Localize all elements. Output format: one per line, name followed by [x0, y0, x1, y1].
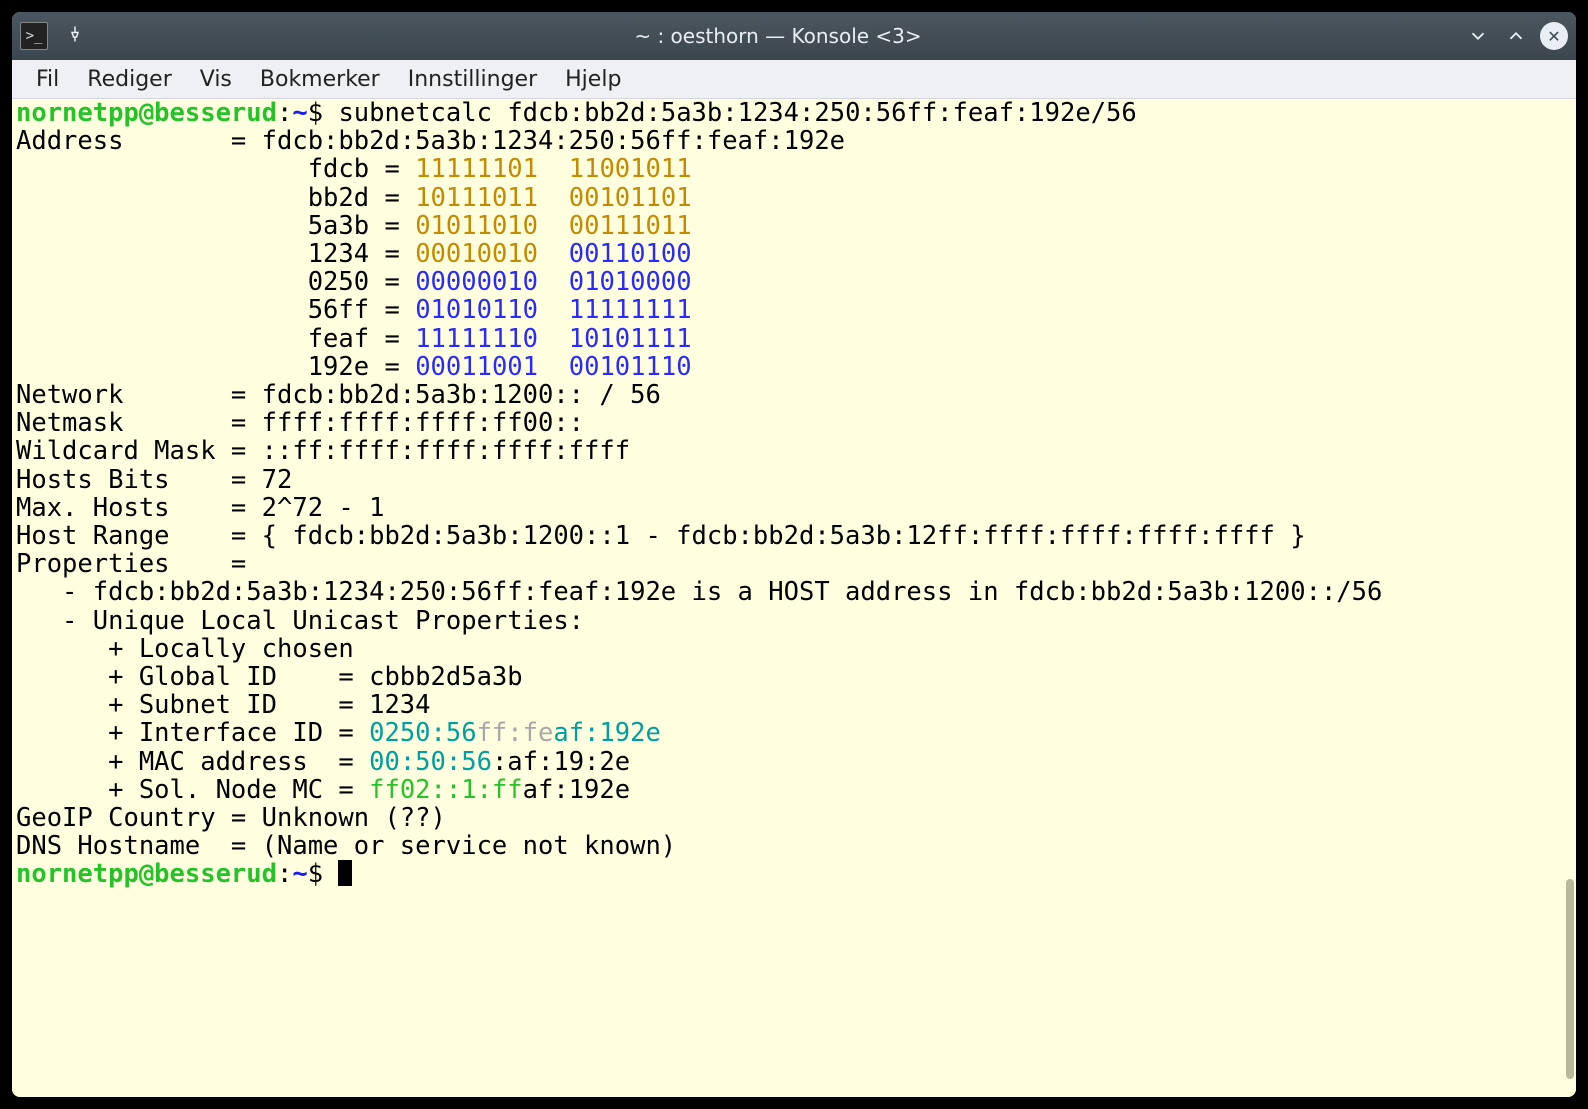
- field-netmask: Netmask = ffff:ffff:ffff:ff00::: [16, 408, 584, 438]
- bin-4a: 00000010: [415, 267, 538, 297]
- bin-7a: 00011001: [415, 352, 538, 382]
- hex-0: fdcb: [308, 154, 369, 184]
- window-title: ~ : oesthorn — Konsole <3>: [102, 24, 1454, 48]
- cursor: [338, 860, 352, 886]
- address-label: Address =: [16, 126, 262, 156]
- field-maxhosts: Max. Hosts = 2^72 - 1: [16, 493, 384, 523]
- prompt-sep: :: [277, 99, 292, 128]
- prompt2-sep: :: [277, 859, 292, 889]
- prop-ulu-header: - Unique Local Unicast Properties:: [16, 606, 584, 636]
- prop-iface-prefix: + Interface ID =: [16, 718, 369, 748]
- menu-rediger[interactable]: Rediger: [73, 63, 185, 96]
- prompt2-path: ~: [292, 859, 307, 889]
- pin-icon[interactable]: [66, 25, 84, 48]
- mac-p1: 00:50:56: [369, 747, 492, 777]
- bin-5b: 11111111: [569, 295, 692, 325]
- minimize-icon[interactable]: [1464, 22, 1492, 50]
- prompt-user-host: nornetpp@besserud: [16, 99, 277, 128]
- prop-sol-prefix: + Sol. Node MC =: [16, 775, 369, 805]
- bin-1b: 00101101: [569, 183, 692, 213]
- titlebar[interactable]: >_ ~ : oesthorn — Konsole <3> ✕: [12, 12, 1576, 60]
- field-network: Network = fdcb:bb2d:5a3b:1200:: / 56: [16, 380, 661, 410]
- prompt2-user-host: nornetpp@besserud: [16, 859, 277, 889]
- iface-p3: af:192e: [553, 718, 660, 748]
- menu-innstillinger[interactable]: Innstillinger: [394, 63, 551, 96]
- bin-3a: 00010010: [415, 239, 538, 269]
- hex-2: 5a3b: [308, 211, 369, 241]
- bin-0b: 11001011: [569, 154, 692, 184]
- hex-4: 0250: [308, 267, 369, 297]
- hex-3: 1234: [308, 239, 369, 269]
- hex-6: feaf: [308, 324, 369, 354]
- bin-0a: 11111101: [415, 154, 538, 184]
- hex-5: 56ff: [308, 295, 369, 325]
- command-text: subnetcalc fdcb:bb2d:5a3b:1234:250:56ff:…: [338, 99, 1136, 128]
- scrollbar[interactable]: [1566, 879, 1574, 1079]
- prop-locally-chosen: + Locally chosen: [16, 634, 354, 664]
- prop-subnet-id: + Subnet ID = 1234: [16, 690, 431, 720]
- field-wildcard: Wildcard Mask = ::ff:ffff:ffff:ffff:ffff: [16, 436, 630, 466]
- iface-p2: ff:fe: [477, 718, 554, 748]
- bin-5a: 01010110: [415, 295, 538, 325]
- menu-fil[interactable]: Fil: [22, 63, 73, 96]
- terminal-app-icon: >_: [20, 22, 48, 50]
- prompt-symbol: $: [308, 99, 323, 128]
- bin-6b: 10101111: [569, 324, 692, 354]
- sol-p1: ff02::1:ff: [369, 775, 523, 805]
- field-geoip: GeoIP Country = Unknown (??): [16, 803, 446, 833]
- menu-vis[interactable]: Vis: [186, 63, 246, 96]
- mac-p2: :af:19:2e: [492, 747, 630, 777]
- menu-hjelp[interactable]: Hjelp: [551, 63, 635, 96]
- hex-1: bb2d: [308, 183, 369, 213]
- hex-7: 192e: [308, 352, 369, 382]
- field-dns: DNS Hostname = (Name or service not know…: [16, 831, 676, 861]
- iface-p1: 0250:56: [369, 718, 476, 748]
- bin-6a: 11111110: [415, 324, 538, 354]
- menubar: Fil Rediger Vis Bokmerker Innstillinger …: [12, 60, 1576, 99]
- close-icon[interactable]: ✕: [1540, 22, 1568, 50]
- prop-global-id: + Global ID = cbbb2d5a3b: [16, 662, 523, 692]
- bin-1a: 10111011: [415, 183, 538, 213]
- prompt-path: ~: [292, 99, 307, 128]
- bin-2b: 00111011: [569, 211, 692, 241]
- prop-host-address: - fdcb:bb2d:5a3b:1234:250:56ff:feaf:192e…: [16, 577, 1382, 607]
- bin-4b: 01010000: [569, 267, 692, 297]
- field-hostbits: Hosts Bits = 72: [16, 465, 292, 495]
- field-properties: Properties =: [16, 549, 246, 579]
- bin-3b: 00110100: [569, 239, 692, 269]
- prop-mac-prefix: + MAC address =: [16, 747, 369, 777]
- prompt2-symbol: $: [308, 859, 323, 889]
- bin-7b: 00101110: [569, 352, 692, 382]
- sol-p2: af:192e: [523, 775, 630, 805]
- menu-bokmerker[interactable]: Bokmerker: [246, 63, 394, 96]
- bin-2a: 01011010: [415, 211, 538, 241]
- maximize-icon[interactable]: [1502, 22, 1530, 50]
- terminal-viewport[interactable]: nornetpp@besserud:~$ subnetcalc fdcb:bb2…: [12, 99, 1576, 1097]
- konsole-window: >_ ~ : oesthorn — Konsole <3> ✕ Fil Redi…: [12, 12, 1576, 1097]
- address-value: fdcb:bb2d:5a3b:1234:250:56ff:feaf:192e: [262, 126, 845, 156]
- field-hostrange: Host Range = { fdcb:bb2d:5a3b:1200::1 - …: [16, 521, 1306, 551]
